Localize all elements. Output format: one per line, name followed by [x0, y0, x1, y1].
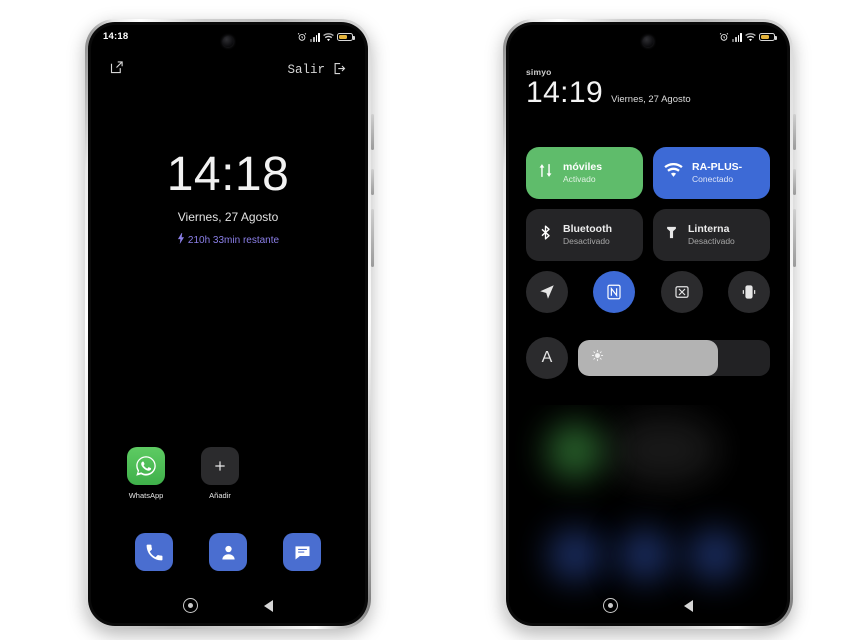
quick-settings-tiles: móviles Activado RA-PLUS- Conectado Blue… [526, 147, 770, 261]
battery-saver-icon [337, 32, 355, 42]
exit-label: Salir [287, 63, 325, 77]
signal-icon [310, 32, 320, 42]
nav-bar-right-phone [509, 598, 787, 613]
contacts-icon[interactable] [209, 533, 247, 571]
shade-clock: 14:19 [526, 76, 604, 109]
tile-title: Bluetooth [563, 222, 612, 235]
volume-down-button-left-phone[interactable] [371, 209, 374, 267]
phone-right-bezel: . [506, 22, 790, 626]
tile-bluetooth[interactable]: Bluetooth Desactivado [526, 209, 643, 261]
tile-subtitle: Activado [563, 174, 596, 185]
app-whatsapp[interactable]: WhatsApp [127, 447, 165, 500]
status-time: 14:18 [103, 31, 129, 43]
exit-button[interactable]: Salir [287, 61, 347, 80]
home-circle-icon[interactable] [603, 598, 618, 613]
phone-left-bezel: 14:18 Salir 14:18 Viernes, 27 Agosto 210… [88, 22, 368, 626]
lightning-bolt-icon [177, 233, 185, 247]
app-label: WhatsApp [128, 491, 164, 500]
screenshot-icon[interactable] [660, 271, 703, 313]
dock-left-phone [91, 533, 365, 571]
edit-square-icon[interactable] [109, 60, 124, 80]
power-button-right-phone[interactable] [793, 114, 796, 150]
whatsapp-icon [127, 447, 165, 485]
volume-up-button-left-phone[interactable] [371, 169, 374, 195]
tile-title: móviles [563, 160, 603, 173]
battery-estimate-row: 210h 33min restante [91, 233, 365, 247]
phone-left-screen: 14:18 Salir 14:18 Viernes, 27 Agosto 210… [91, 25, 365, 623]
auto-brightness-label: A [541, 349, 553, 366]
wifi-icon [664, 162, 683, 183]
wifi-icon [745, 32, 756, 42]
home-app-row: WhatsApp Añadir [91, 447, 365, 500]
quick-settings-header: simyo 14:19 Viernes, 27 Agosto [526, 67, 770, 108]
signal-icon [732, 32, 742, 42]
volume-up-button-right-phone[interactable] [793, 169, 796, 195]
tile-subtitle: Desactivado [563, 236, 610, 247]
tile-mobile-data[interactable]: móviles Activado [526, 147, 643, 199]
tile-title: RA-PLUS- [692, 160, 743, 173]
vibrate-icon[interactable] [727, 271, 770, 313]
lockscreen-clock-block: 14:18 Viernes, 27 Agosto 210h 33min rest… [91, 151, 365, 247]
tile-wifi[interactable]: RA-PLUS- Conectado [653, 147, 770, 199]
bluetooth-icon [537, 224, 554, 246]
lockscreen-date: Viernes, 27 Agosto [177, 210, 279, 224]
front-camera-icon [222, 36, 234, 47]
brightness-row: A [526, 337, 770, 379]
auto-brightness-icon[interactable]: A [526, 337, 568, 379]
tile-subtitle: Desactivado [688, 236, 735, 247]
front-camera-icon [642, 36, 654, 47]
flashlight-icon [664, 224, 679, 246]
home-circle-icon[interactable] [183, 598, 198, 613]
battery-estimate-text: 210h 33min restante [187, 234, 280, 246]
brightness-slider[interactable] [578, 340, 770, 376]
app-label: Añadir [209, 491, 231, 500]
plus-icon [201, 447, 239, 485]
phone-right: . [503, 19, 796, 629]
alarm-icon [297, 32, 307, 42]
alarm-icon [719, 32, 729, 42]
shade-date: Viernes, 27 Agosto [611, 94, 691, 105]
tile-title: Linterna [688, 222, 730, 235]
nav-bar-left-phone [91, 598, 365, 613]
tile-subtitle: Conectado [692, 174, 734, 185]
logout-icon [332, 61, 347, 80]
sun-icon [591, 349, 604, 367]
power-button-left-phone[interactable] [371, 114, 374, 150]
nfc-icon[interactable] [593, 271, 636, 313]
tile-flashlight[interactable]: Linterna Desactivado [653, 209, 770, 261]
volume-down-button-right-phone[interactable] [793, 209, 796, 267]
app-add[interactable]: Añadir [201, 447, 239, 500]
phone-right-screen: . [509, 25, 787, 623]
mobile-data-icon [537, 162, 554, 184]
phone-icon[interactable] [135, 533, 173, 571]
messages-icon[interactable] [283, 533, 321, 571]
wifi-icon [323, 32, 334, 42]
phone-left: 14:18 Salir 14:18 Viernes, 27 Agosto 210… [85, 19, 374, 629]
blurred-home-screen-background [509, 405, 787, 623]
location-arrow-icon[interactable] [526, 271, 568, 313]
lockscreen-top-actions: Salir [91, 57, 365, 83]
battery-saver-icon [759, 32, 777, 42]
back-triangle-icon[interactable] [684, 599, 693, 612]
back-triangle-icon[interactable] [264, 599, 273, 612]
lockscreen-clock: 14:18 [166, 148, 290, 201]
quick-settings-round-toggles [526, 271, 770, 313]
